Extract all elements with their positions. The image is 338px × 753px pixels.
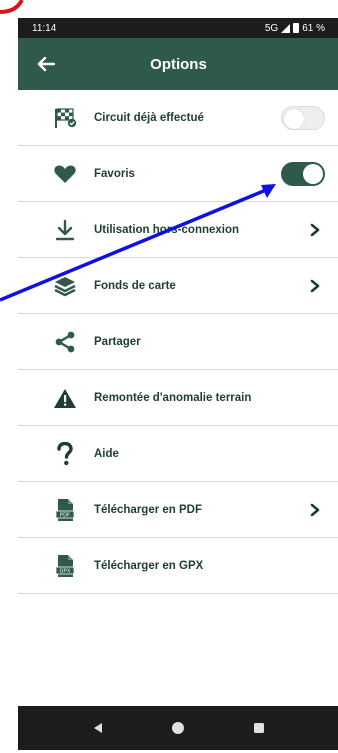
triangle-back-icon — [94, 723, 103, 733]
option-offline-use[interactable]: Utilisation hors-connexion — [18, 202, 338, 258]
battery-icon — [293, 23, 300, 33]
svg-text:PDF: PDF — [60, 512, 70, 518]
nav-back-button[interactable] — [88, 718, 108, 738]
arrow-left-icon — [37, 56, 55, 72]
favorites-toggle[interactable] — [281, 162, 325, 186]
chevron-right-icon — [305, 220, 325, 240]
question-icon — [52, 441, 78, 467]
option-label: Partager — [94, 335, 141, 348]
share-icon — [52, 329, 78, 355]
option-label: Télécharger en GPX — [94, 559, 204, 572]
chevron-right-icon — [305, 500, 325, 520]
chevron-right-icon — [305, 276, 325, 296]
options-list: Circuit déjà effectué Favoris Utilisatio… — [18, 90, 338, 594]
circuit-done-toggle[interactable] — [281, 106, 325, 130]
option-circuit-done[interactable]: Circuit déjà effectué — [18, 90, 338, 146]
circle-home-icon — [172, 722, 185, 734]
back-button[interactable] — [34, 52, 58, 76]
network-label: 5G — [264, 22, 279, 34]
layers-icon — [52, 273, 78, 299]
option-download-gpx[interactable]: GPX Télécharger en GPX — [18, 538, 338, 594]
option-label: Fonds de carte — [94, 279, 176, 292]
page-title: Options — [150, 55, 207, 73]
option-favorites[interactable]: Favoris — [18, 146, 338, 202]
option-help[interactable]: Aide — [18, 426, 338, 482]
option-map-backgrounds[interactable]: Fonds de carte — [18, 258, 338, 314]
svg-text:GPX: GPX — [60, 568, 71, 574]
option-label: Circuit déjà effectué — [94, 111, 204, 124]
signal-icon — [281, 23, 291, 33]
option-report-anomaly[interactable]: Remontée d'anomalie terrain — [18, 370, 338, 426]
download-icon — [52, 217, 78, 243]
option-label: Remontée d'anomalie terrain — [94, 391, 252, 404]
status-time: 11:14 — [32, 22, 57, 34]
square-recents-icon — [253, 723, 264, 733]
status-bar: 11:14 5G 61 % — [18, 18, 338, 38]
option-download-pdf[interactable]: PDF Télécharger en PDF — [18, 482, 338, 538]
pdf-file-icon: PDF — [52, 497, 78, 523]
app-bar: Options — [18, 38, 338, 90]
warning-icon — [52, 385, 78, 411]
checkered-flag-icon — [52, 105, 78, 131]
option-share[interactable]: Partager — [18, 314, 338, 370]
phone-screen: 11:14 5G 61 % Options Circuit déjà effec… — [18, 18, 338, 750]
option-label: Aide — [94, 447, 119, 460]
nav-home-button[interactable] — [168, 718, 188, 738]
system-nav-bar — [18, 706, 338, 750]
option-label: Utilisation hors-connexion — [94, 223, 240, 236]
heart-icon — [52, 161, 78, 187]
gpx-file-icon: GPX — [52, 553, 78, 579]
option-label: Télécharger en PDF — [94, 503, 203, 516]
nav-recents-button[interactable] — [249, 718, 269, 738]
option-label: Favoris — [94, 167, 135, 180]
battery-level: 61 % — [302, 22, 325, 34]
